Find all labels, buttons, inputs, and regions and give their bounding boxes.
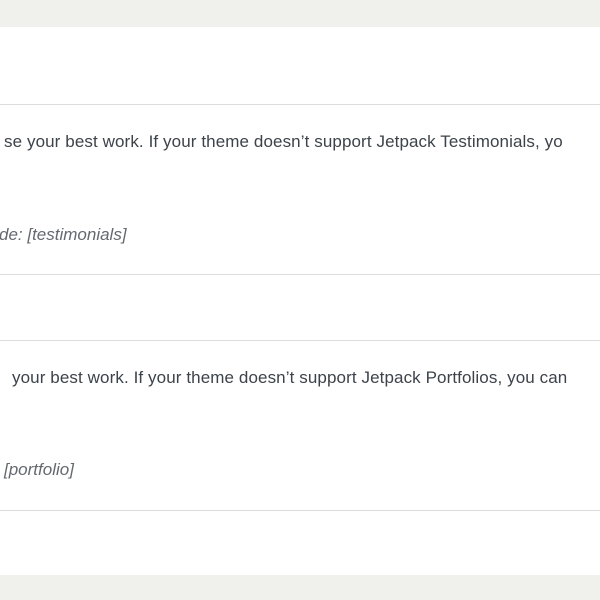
section-divider [0, 274, 600, 275]
testimonials-description: se your best work. If your theme doesn’t… [4, 132, 563, 151]
portfolios-description: your best work. If your theme doesn’t su… [12, 368, 568, 387]
section-divider [0, 510, 600, 511]
testimonials-shortcode: de: [testimonials] [0, 225, 127, 244]
settings-card: se your best work. If your theme doesn’t… [0, 27, 600, 575]
section-divider [0, 104, 600, 105]
portfolios-shortcode: [portfolio] [4, 460, 74, 479]
section-divider [0, 340, 600, 341]
